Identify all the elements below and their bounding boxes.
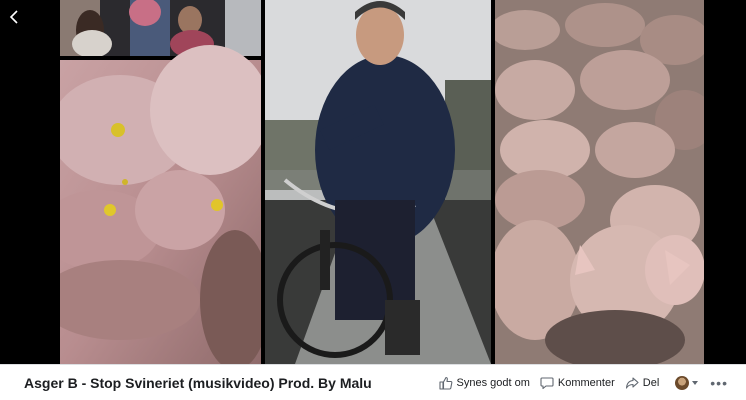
video-info-bar: Asger B - Stop Svineriet (musikvideo) Pr… bbox=[0, 364, 746, 400]
like-label: Synes godt om bbox=[456, 377, 530, 389]
chevron-left-icon bbox=[9, 10, 18, 24]
like-button[interactable]: Synes godt om bbox=[438, 376, 530, 390]
comment-label: Kommenter bbox=[557, 377, 615, 389]
video-frame-left bbox=[60, 0, 261, 364]
ellipsis-icon[interactable]: ••• bbox=[710, 376, 728, 390]
speech-bubble-icon bbox=[540, 377, 554, 390]
caret-down-icon bbox=[692, 381, 699, 385]
video-title: Asger B - Stop Svineriet (musikvideo) Pr… bbox=[24, 374, 372, 391]
share-label: Del bbox=[642, 377, 660, 389]
video-frame-right bbox=[495, 0, 704, 364]
video-frame-middle bbox=[265, 0, 491, 364]
back-button[interactable] bbox=[4, 6, 24, 28]
action-group: Synes godt om Kommenter Del ••• bbox=[429, 365, 728, 400]
video-player[interactable] bbox=[0, 0, 746, 364]
share-arrow-icon bbox=[625, 377, 639, 389]
avatar bbox=[675, 376, 690, 390]
post-as-selector[interactable] bbox=[675, 376, 699, 390]
share-button[interactable]: Del bbox=[625, 376, 660, 390]
thumbs-up-icon bbox=[438, 376, 452, 390]
comment-button[interactable]: Kommenter bbox=[540, 376, 615, 390]
